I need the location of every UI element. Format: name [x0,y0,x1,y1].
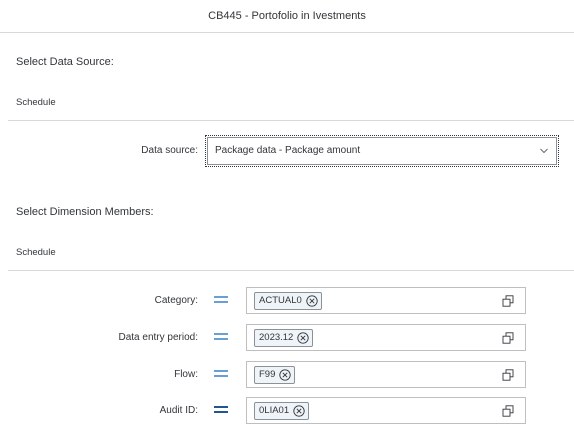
data-source-subheader: Schedule [16,97,56,108]
dimension-subheader: Schedule [16,247,56,258]
remove-token-icon[interactable] [279,369,292,381]
dimension-heading: Select Dimension Members: [16,206,154,218]
audit-id-token: 0LIA01 [254,402,310,420]
equals-icon[interactable] [214,370,228,378]
token-text: 2023.12 [259,332,294,343]
category-label: Category: [154,295,198,306]
divider [8,270,574,271]
data-source-label: Data source: [141,145,198,156]
data-entry-period-token: 2023.12 [254,329,314,347]
equals-icon[interactable] [214,296,228,304]
token-text: F99 [259,369,276,380]
category-token: ACTUAL0 [254,292,322,310]
equals-icon[interactable] [214,406,228,414]
audit-id-label: Audit ID: [159,405,198,416]
dialog-title: CB445 - Portofolio in Ivestments [0,0,574,33]
equals-icon[interactable] [214,333,228,341]
token-text: 0LIA01 [259,405,290,416]
flow-label: Flow: [174,369,198,380]
flow-token: F99 [254,366,296,384]
data-source-heading: Select Data Source: [16,56,114,68]
flow-field[interactable]: F99 [246,361,526,388]
value-help-icon[interactable] [502,295,514,307]
data-entry-period-label: Data entry period: [118,332,199,343]
audit-id-field[interactable]: 0LIA01 [246,397,526,424]
remove-token-icon[interactable] [306,295,318,307]
chevron-down-icon[interactable] [540,147,548,155]
value-help-icon[interactable] [502,332,514,344]
data-source-value: Package data - Package amount [215,145,361,156]
data-source-select[interactable]: Package data - Package amount [205,135,559,167]
data-entry-period-field[interactable]: 2023.12 [246,324,526,351]
remove-token-icon[interactable] [297,332,309,344]
category-field[interactable]: ACTUAL0 [246,287,526,314]
remove-token-icon[interactable] [293,405,305,417]
value-help-icon[interactable] [502,405,514,417]
value-help-icon[interactable] [502,369,514,381]
token-text: ACTUAL0 [259,295,302,306]
divider [8,120,574,121]
